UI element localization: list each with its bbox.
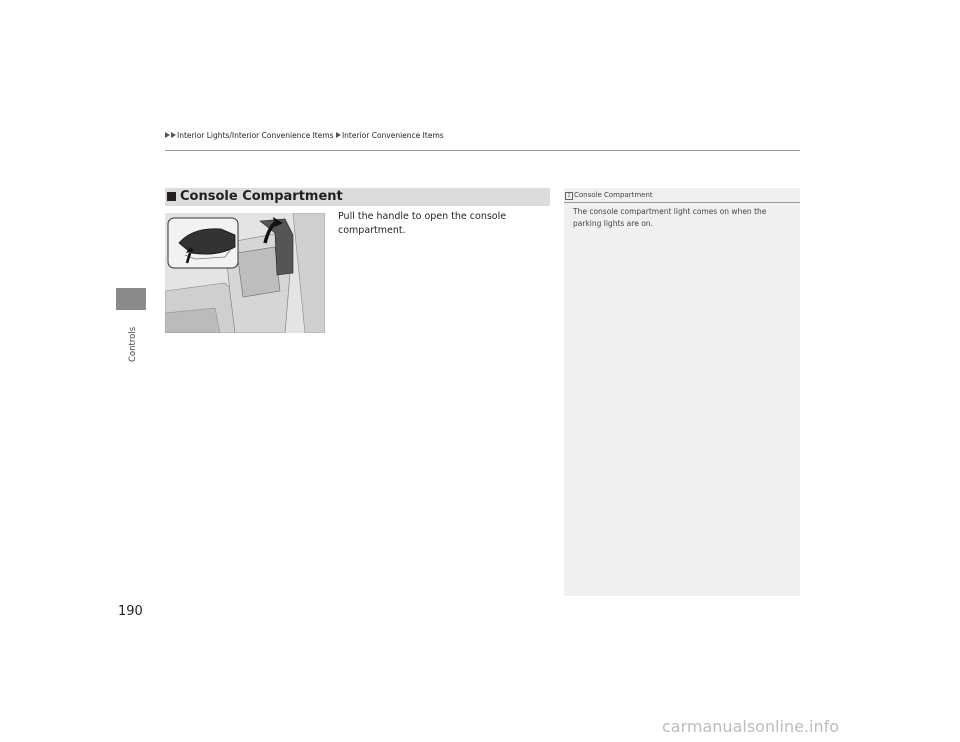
console-illustration: [165, 213, 325, 333]
page-number: 190: [118, 604, 143, 619]
reference-icon: 1: [565, 192, 573, 200]
console-compartment-illustration: [165, 213, 325, 333]
section-title: Console Compartment: [180, 189, 343, 204]
side-tab: [116, 288, 146, 310]
instruction-text: Pull the handle to open the console comp…: [338, 211, 507, 236]
breadcrumb-item-1[interactable]: Interior Lights/Interior Convenience Ite…: [177, 131, 334, 140]
watermark: carmanualsonline.info: [662, 717, 840, 736]
note-title: Console Compartment: [574, 191, 653, 199]
note-header: 1 Console Compartment: [564, 190, 800, 203]
arrow-icon: [335, 132, 341, 138]
note-panel: [564, 188, 800, 596]
arrow-icon: [171, 132, 176, 138]
note-text: The console compartment light comes on w…: [573, 207, 767, 228]
arrow-icon: [165, 132, 170, 138]
breadcrumb-item-2[interactable]: Interior Convenience Items: [342, 131, 444, 140]
header-divider: [165, 150, 800, 151]
section-header: Console Compartment: [165, 188, 550, 206]
breadcrumb: Interior Lights/Interior Convenience Ite…: [165, 131, 444, 140]
square-bullet-icon: [167, 192, 176, 201]
side-tab-label: Controls: [128, 326, 138, 362]
